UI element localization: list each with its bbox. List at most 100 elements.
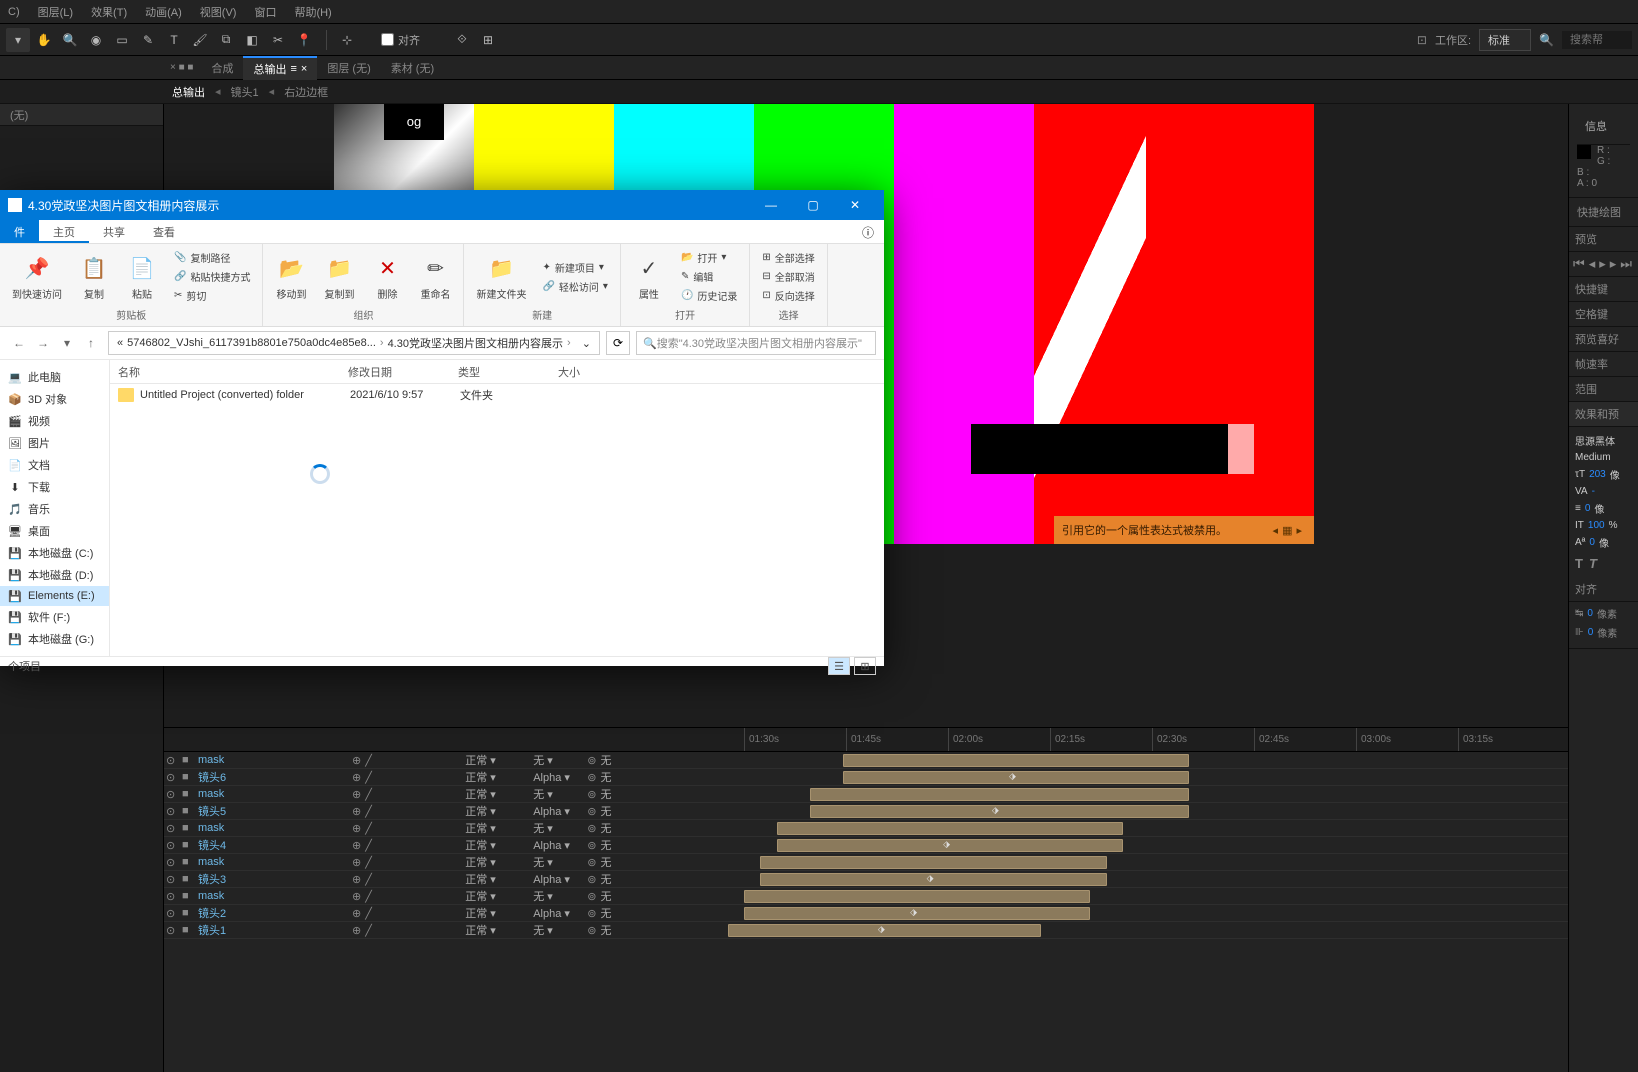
first-frame-icon[interactable]: ⏮ bbox=[1573, 256, 1585, 272]
help-icon[interactable]: ⓘ bbox=[852, 220, 884, 243]
warn-expand-icon[interactable]: ▦ bbox=[1282, 525, 1296, 537]
timeline-layer-row[interactable]: ⊙■ 镜头5 ⊕╱ 正常 ▾ Alpha ▾ ⊚ 无 bbox=[164, 803, 1568, 820]
col-type[interactable]: 类型 bbox=[450, 364, 550, 380]
timeline-layer-row[interactable]: ⊙■ mask ⊕╱ 正常 ▾ 无 ▾ ⊚ 无 bbox=[164, 820, 1568, 837]
nav-item[interactable]: 💾本地磁盘 (C:) bbox=[0, 542, 109, 564]
prev-frame-icon[interactable]: ◂ bbox=[1589, 256, 1596, 272]
nav-item[interactable]: 📦3D 对象 bbox=[0, 388, 109, 410]
history-button[interactable]: 🕐 历史记录 bbox=[677, 286, 741, 305]
nav-item[interactable]: 💾Elements (E:) bbox=[0, 586, 109, 606]
close-button[interactable]: ✕ bbox=[834, 190, 876, 220]
newitem-button[interactable]: ✦ 新建项目 ▾ bbox=[538, 258, 611, 277]
breadcrumb-item[interactable]: 右边边框 bbox=[284, 84, 328, 100]
selectnone-button[interactable]: ⊟ 全部取消 bbox=[758, 267, 818, 286]
kerning-input[interactable]: - bbox=[1592, 486, 1595, 497]
local-axis-tool[interactable]: ⊹ bbox=[335, 28, 359, 52]
nav-item[interactable]: 🎬视频 bbox=[0, 410, 109, 432]
paste-button[interactable]: 📄粘贴 bbox=[122, 248, 162, 305]
up-button[interactable]: ↑ bbox=[80, 332, 102, 354]
menu-item[interactable]: 效果(T) bbox=[91, 4, 127, 20]
nav-item[interactable]: 💾软件 (F:) bbox=[0, 606, 109, 628]
tab-layer[interactable]: 图层 (无) bbox=[317, 57, 380, 79]
menu-item[interactable]: 视图(V) bbox=[200, 4, 237, 20]
forward-button[interactable]: → bbox=[32, 332, 54, 354]
timeline-layer-row[interactable]: ⊙■ 镜头4 ⊕╱ 正常 ▾ Alpha ▾ ⊚ 无 bbox=[164, 837, 1568, 854]
tab-file[interactable]: 件 bbox=[0, 220, 39, 243]
col-size[interactable]: 大小 bbox=[550, 364, 620, 380]
close-icon[interactable]: × bbox=[301, 63, 307, 75]
rect-tool[interactable]: ▭ bbox=[110, 28, 134, 52]
menu-item[interactable]: 帮助(H) bbox=[294, 4, 331, 20]
eraser-tool[interactable]: ◧ bbox=[240, 28, 264, 52]
nav-item[interactable]: 📄文档 bbox=[0, 454, 109, 476]
puppet-tool[interactable]: 📍 bbox=[292, 28, 316, 52]
nav-item[interactable]: ⬇下载 bbox=[0, 476, 109, 498]
font-size-input[interactable]: 203 bbox=[1589, 469, 1606, 480]
tab-view[interactable]: 查看 bbox=[139, 220, 189, 243]
breadcrumb-item[interactable]: 镜头1 bbox=[231, 84, 259, 100]
easyaccess-button[interactable]: 🔗 轻松访问 ▾ bbox=[538, 277, 611, 296]
menu-item[interactable]: 图层(L) bbox=[38, 4, 73, 20]
address-bar[interactable]: « 5746802_VJshi_6117391b8801e750a0dc4e85… bbox=[108, 331, 600, 355]
last-frame-icon[interactable]: ⏭ bbox=[1620, 256, 1632, 272]
newfolder-button[interactable]: 📁新建文件夹 bbox=[472, 248, 530, 305]
nav-item[interactable]: 🖥桌面 bbox=[0, 520, 109, 542]
hand-tool[interactable]: ✋ bbox=[32, 28, 56, 52]
tracking-input[interactable]: 0 bbox=[1585, 503, 1591, 514]
timeline-layer-row[interactable]: ⊙■ mask ⊕╱ 正常 ▾ 无 ▾ ⊚ 无 bbox=[164, 786, 1568, 803]
workspace-dropdown[interactable]: 标准 bbox=[1479, 29, 1531, 51]
minimize-button[interactable]: — bbox=[750, 190, 792, 220]
warn-next-icon[interactable]: ▸ bbox=[1296, 525, 1306, 537]
moveto-button[interactable]: 📂移动到 bbox=[271, 248, 311, 305]
brush-tool[interactable]: 🖌 bbox=[188, 28, 212, 52]
timeline-layer-row[interactable]: ⊙■ mask ⊕╱ 正常 ▾ 无 ▾ ⊚ 无 bbox=[164, 752, 1568, 769]
details-view-button[interactable]: ☰ bbox=[828, 657, 850, 675]
refresh-button[interactable]: ⟳ bbox=[606, 331, 630, 355]
invert-button[interactable]: ⊡ 反向选择 bbox=[758, 286, 818, 305]
timeline-layer-row[interactable]: ⊙■ mask ⊕╱ 正常 ▾ 无 ▾ ⊚ 无 bbox=[164, 854, 1568, 871]
copyto-button[interactable]: 📁复制到 bbox=[319, 248, 359, 305]
baseline-input[interactable]: 0 bbox=[1589, 537, 1595, 548]
nav-item[interactable]: 💾本地磁盘 (D:) bbox=[0, 564, 109, 586]
font-family-dropdown[interactable]: 思源黑体 bbox=[1575, 433, 1632, 448]
next-frame-icon[interactable]: ▸ bbox=[1610, 256, 1617, 272]
tab-footage[interactable]: 素材 (无) bbox=[381, 57, 444, 79]
type-tool[interactable]: T bbox=[162, 28, 186, 52]
timeline-layer-row[interactable]: ⊙■ 镜头2 ⊕╱ 正常 ▾ Alpha ▾ ⊚ 无 bbox=[164, 905, 1568, 922]
bold-icon[interactable]: T bbox=[1575, 556, 1583, 571]
menu-item[interactable]: 动画(A) bbox=[145, 4, 182, 20]
snap-checkbox[interactable] bbox=[381, 33, 394, 46]
col-name[interactable]: 名称 bbox=[110, 364, 340, 380]
file-row[interactable]: Untitled Project (converted) folder2021/… bbox=[110, 384, 884, 406]
orbit-tool[interactable]: ◉ bbox=[84, 28, 108, 52]
warn-prev-icon[interactable]: ◂ bbox=[1273, 525, 1283, 537]
col-date[interactable]: 修改日期 bbox=[340, 364, 450, 380]
snap-tool[interactable]: ⊞ bbox=[476, 28, 500, 52]
timeline-layer-row[interactable]: ⊙■ mask ⊕╱ 正常 ▾ 无 ▾ ⊚ 无 bbox=[164, 888, 1568, 905]
history-dropdown[interactable]: ▾ bbox=[56, 332, 78, 354]
icons-view-button[interactable]: ⊞ bbox=[854, 657, 876, 675]
pin-button[interactable]: 📌到快速访问 bbox=[8, 248, 66, 305]
open-button[interactable]: 📂 打开 ▾ bbox=[677, 248, 741, 267]
tab-share[interactable]: 共享 bbox=[89, 220, 139, 243]
italic-icon[interactable]: T bbox=[1589, 556, 1597, 571]
roto-tool[interactable]: ✂ bbox=[266, 28, 290, 52]
breadcrumb-item[interactable]: 总输出 bbox=[172, 84, 205, 100]
help-search-input[interactable] bbox=[1562, 31, 1632, 49]
timeline-ruler[interactable]: 01:30s 01:45s 02:00s 02:15s 02:30s 02:45… bbox=[164, 728, 1568, 752]
cut-button[interactable]: ✂ 剪切 bbox=[170, 286, 254, 305]
maximize-button[interactable]: ▢ bbox=[792, 190, 834, 220]
zoom-tool[interactable]: 🔍 bbox=[58, 28, 82, 52]
selectall-button[interactable]: ⊞ 全部选择 bbox=[758, 248, 818, 267]
vscale-input[interactable]: 100 bbox=[1588, 520, 1605, 531]
mesh-tool[interactable]: ⟐ bbox=[450, 28, 474, 52]
pen-tool[interactable]: ✎ bbox=[136, 28, 160, 52]
align-v-icon[interactable]: ⊪ bbox=[1575, 627, 1584, 638]
timeline-layer-row[interactable]: ⊙■ 镜头6 ⊕╱ 正常 ▾ Alpha ▾ ⊚ 无 bbox=[164, 769, 1568, 786]
play-icon[interactable]: ▸ bbox=[1599, 256, 1606, 272]
font-weight-dropdown[interactable]: Medium bbox=[1575, 452, 1632, 463]
nav-item[interactable]: 🎵音乐 bbox=[0, 498, 109, 520]
search-input[interactable]: 🔍 搜索"4.30党政坚决图片图文相册内容展示" bbox=[636, 331, 876, 355]
edit-button[interactable]: ✎ 编辑 bbox=[677, 267, 741, 286]
window-titlebar[interactable]: 4.30党政坚决图片图文相册内容展示 — ▢ ✕ bbox=[0, 190, 884, 220]
